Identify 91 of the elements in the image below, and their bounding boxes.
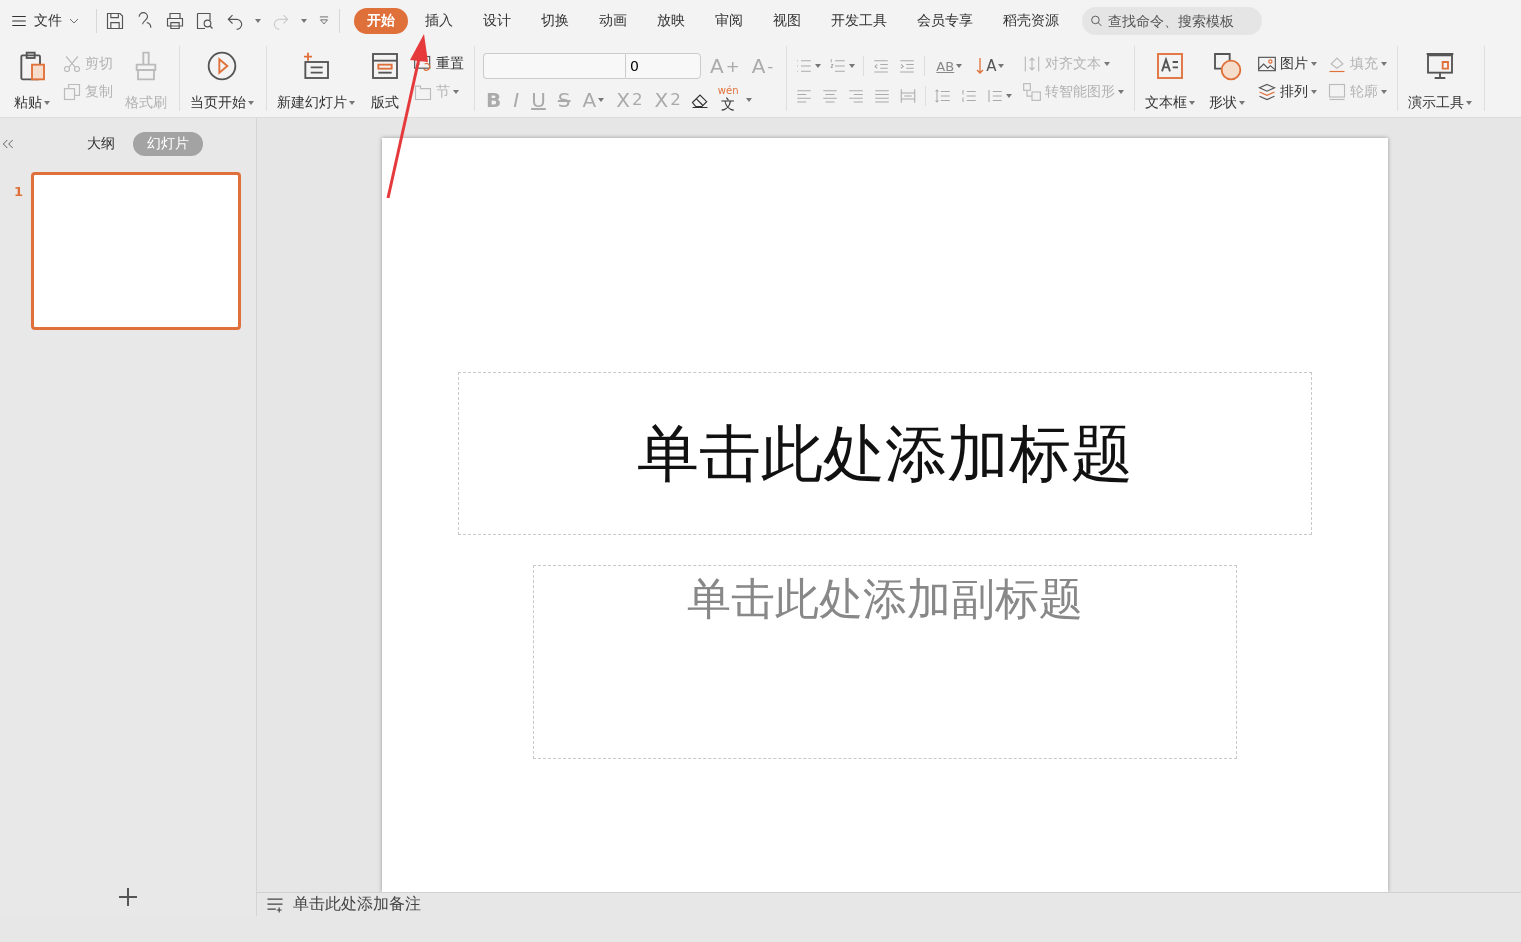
align-center-button[interactable]: [821, 87, 840, 105]
caret-icon: [453, 90, 459, 94]
caret-icon: [301, 19, 307, 23]
ribbon-tab[interactable]: 动画: [586, 8, 640, 34]
align-left-button[interactable]: [795, 87, 814, 105]
ribbon-tab[interactable]: 设计: [470, 8, 524, 34]
caret-icon: [1118, 90, 1125, 94]
caret-icon: [1381, 90, 1388, 94]
layers-icon: [1257, 82, 1278, 102]
paragraph-spacing-button[interactable]: [960, 87, 979, 105]
ribbon-tab[interactable]: 放映: [644, 8, 698, 34]
ribbon-tab[interactable]: 视图: [760, 8, 814, 34]
numbered-list-button[interactable]: [829, 57, 856, 75]
search-field[interactable]: 查找命令、搜索模板: [1082, 7, 1262, 35]
line-spacing-icon: [934, 87, 953, 105]
justify-button[interactable]: [873, 87, 892, 105]
caret-icon: [1189, 101, 1196, 105]
font-name-field[interactable]: [483, 53, 625, 79]
caret-icon: [598, 97, 605, 102]
notes-field[interactable]: 单击此处添加备注: [293, 894, 421, 915]
file-menu[interactable]: 文件: [10, 12, 88, 30]
align-right-icon: [847, 87, 866, 105]
align-right-button[interactable]: [847, 87, 866, 105]
line-spacing-button[interactable]: [934, 87, 953, 105]
caret-icon: [956, 64, 963, 68]
caret-icon: [815, 64, 822, 68]
down-arrow-icon: [976, 58, 985, 74]
text-sort-button[interactable]: A: [973, 57, 1008, 75]
picture-icon: [1257, 54, 1278, 74]
print-icon: [165, 11, 185, 31]
caret-icon: [746, 97, 753, 102]
distribute-button[interactable]: [899, 87, 918, 105]
align-center-icon: [821, 87, 840, 105]
caret-icon: [248, 101, 254, 105]
caret-icon: [1311, 62, 1318, 66]
ribbon-button[interactable]: 粘贴: [12, 50, 52, 112]
bullet-list-button[interactable]: [795, 57, 822, 75]
paragraph-spacing-icon: [960, 87, 979, 105]
ribbon-button[interactable]: 版式: [367, 50, 403, 112]
ribbon-tab[interactable]: 插入: [412, 8, 466, 34]
caret-icon: [1006, 94, 1013, 98]
ribbon-button[interactable]: 演示工具: [1406, 50, 1475, 112]
font-size-field[interactable]: 0: [625, 53, 701, 79]
layout-icon: [369, 50, 401, 82]
decrease-indent-button[interactable]: [872, 57, 891, 75]
phonetic-guide-button[interactable]: wén 文: [715, 85, 741, 114]
print-preview-icon: [195, 11, 215, 31]
caret-icon: [349, 101, 355, 105]
ribbon-tab[interactable]: 会员专享: [904, 8, 986, 34]
ribbon-button[interactable]: 当页开始: [188, 50, 256, 112]
justify-icon: [873, 87, 892, 105]
title-placeholder[interactable]: 单击此处添加标题: [458, 372, 1312, 535]
ribbon-button[interactable]: 文本框: [1143, 50, 1198, 112]
shapes-icon: [1211, 50, 1244, 82]
increase-indent-icon: [898, 57, 917, 75]
numbered-list-icon: [829, 57, 848, 75]
bullet-list-icon: [795, 57, 814, 75]
caret-icon: [1104, 62, 1111, 66]
spacing-options-button[interactable]: [986, 87, 1013, 105]
ribbon-tab[interactable]: 审阅: [702, 8, 756, 34]
plus-icon: [116, 885, 140, 909]
ribbon-tab[interactable]: 开发工具: [818, 8, 900, 34]
scissors-icon: [62, 54, 82, 74]
smart-graphic-icon: [1022, 82, 1043, 102]
ribbon-tab[interactable]: 稻壳资源: [990, 8, 1072, 34]
outline-icon: [1327, 82, 1348, 102]
slide-number: 1: [14, 183, 24, 199]
caret-icon: [1381, 62, 1388, 66]
copy-icon: [62, 82, 82, 102]
caret-icon: [849, 64, 856, 68]
caret-icon: [255, 19, 261, 23]
decrease-indent-icon: [872, 57, 891, 75]
align-left-icon: [795, 87, 814, 105]
increase-indent-button[interactable]: [898, 57, 917, 75]
caret-icon: [1466, 101, 1473, 105]
caret-icon: [1311, 90, 1318, 94]
play-icon: [206, 50, 238, 82]
spacing-options-icon: [986, 87, 1005, 105]
ribbon-button[interactable]: 排列: [1257, 82, 1318, 102]
subtitle-placeholder[interactable]: 单击此处添加副标题: [533, 565, 1237, 759]
caret-icon: [44, 101, 50, 105]
ribbon-button[interactable]: 形状: [1207, 50, 1248, 112]
caret-icon: [1239, 101, 1246, 105]
ribbon-button[interactable]: 新建幻灯片: [275, 50, 357, 112]
ribbon-button[interactable]: 图片: [1257, 54, 1318, 74]
caret-icon: [998, 64, 1005, 68]
view-toggle[interactable]: 大纲: [73, 132, 129, 156]
slide-thumbnail[interactable]: [31, 172, 242, 330]
distribute-icon: [899, 87, 918, 105]
ribbon-tab[interactable]: 切换: [528, 8, 582, 34]
save-icon: [105, 11, 125, 31]
